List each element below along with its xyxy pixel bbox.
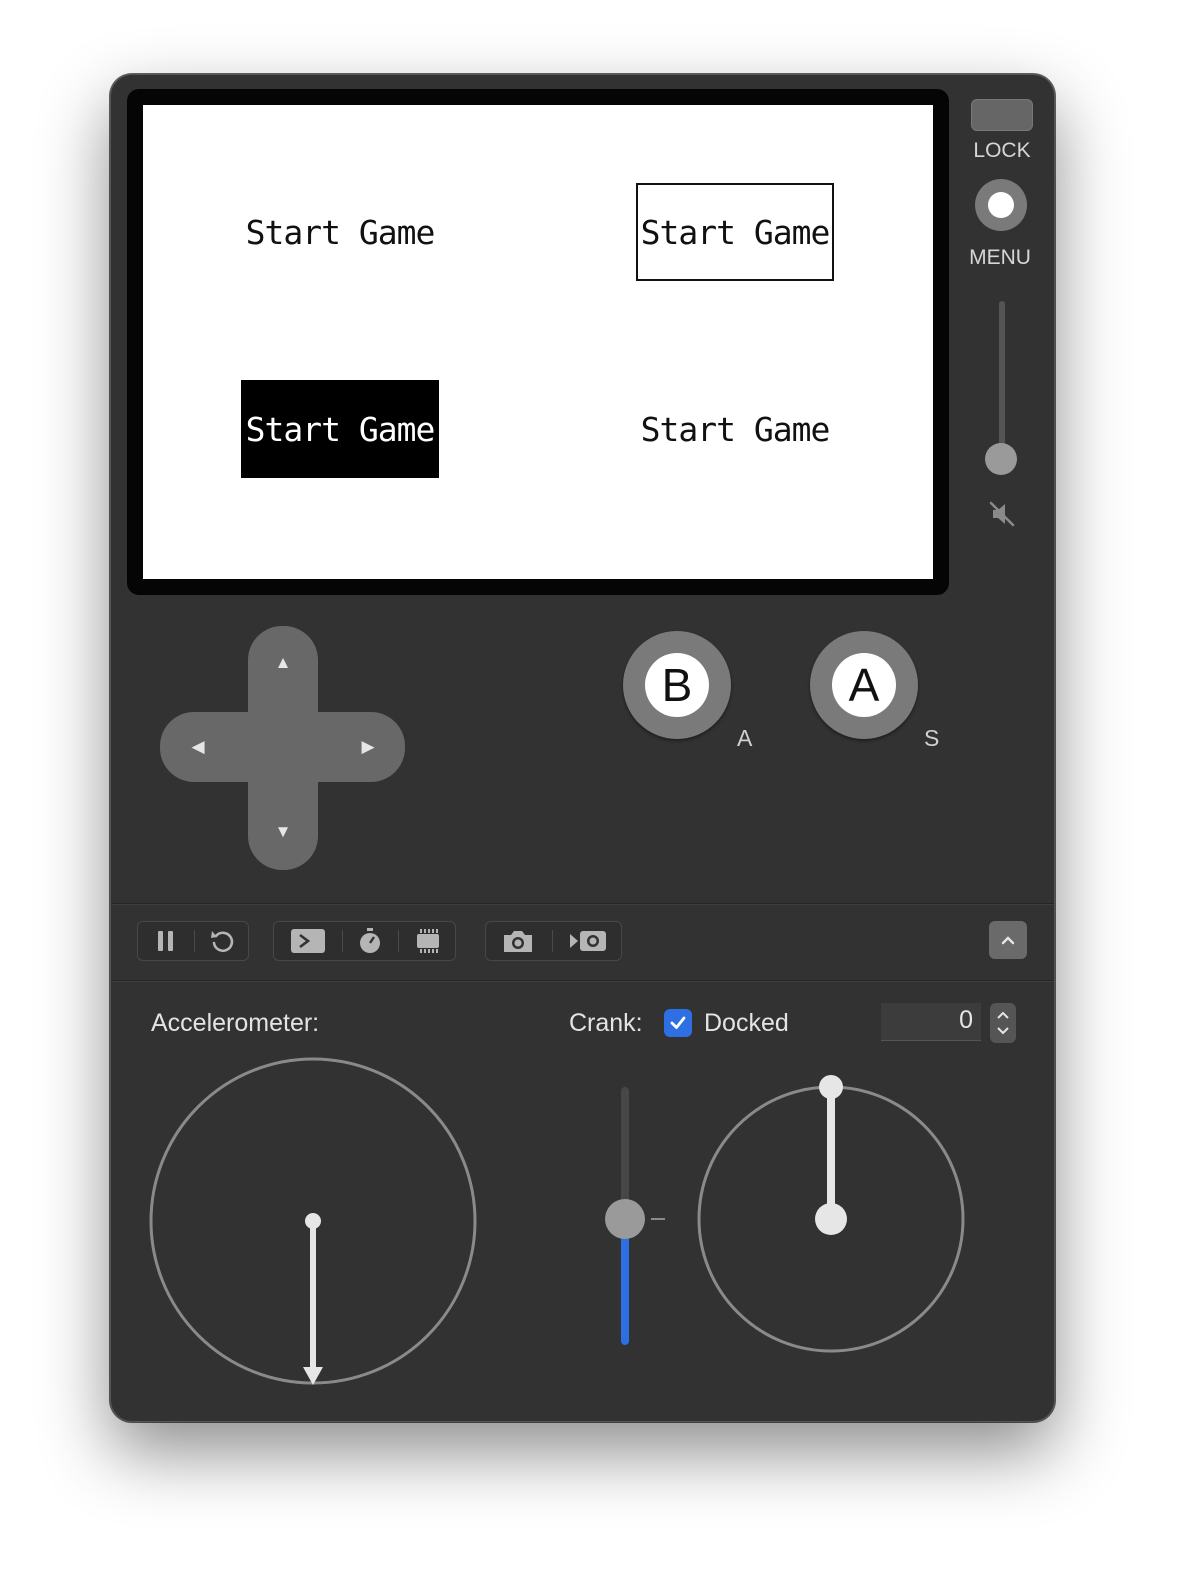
start-game-button-filled[interactable]: Start Game — [241, 380, 439, 478]
toolbar-top-divider — [111, 903, 1054, 905]
dpad-left-button[interactable]: ◀ — [183, 732, 213, 762]
dpad-right-button[interactable]: ▶ — [353, 732, 383, 762]
a-button[interactable]: A — [810, 631, 918, 739]
chip-icon[interactable] — [400, 922, 456, 960]
game-screen[interactable]: Start Game Start Game Start Game Start G… — [143, 105, 933, 579]
docked-label: Docked — [704, 1009, 789, 1037]
volume-slider-track[interactable] — [999, 301, 1005, 461]
menu-button[interactable] — [975, 179, 1027, 231]
accelerometer-dial[interactable] — [147, 1055, 479, 1389]
docked-checkbox[interactable] — [664, 1009, 692, 1037]
dpad-up-button[interactable]: ▲ — [268, 648, 298, 678]
restart-icon[interactable] — [194, 922, 250, 960]
lock-label: LOCK — [973, 139, 1031, 162]
crank-label: Crank: — [569, 1009, 643, 1037]
camera-icon[interactable] — [490, 922, 546, 960]
crank-angle-stepper[interactable] — [990, 1003, 1016, 1043]
console-icon[interactable] — [280, 922, 336, 960]
toolbar-bottom-divider — [111, 980, 1054, 982]
screen-bezel: Start Game Start Game Start Game Start G… — [127, 89, 949, 595]
crank-speed-slider[interactable] — [595, 1083, 675, 1351]
start-game-button-plain[interactable]: Start Game — [241, 183, 439, 281]
chevron-up-icon[interactable] — [989, 921, 1027, 959]
toolbar-separator — [552, 930, 553, 952]
debug-group — [273, 921, 456, 961]
stopwatch-icon[interactable] — [342, 922, 398, 960]
a-button-key-hint: S — [924, 725, 940, 751]
crank-angle-field[interactable]: 0 — [881, 1003, 981, 1041]
dpad-down-button[interactable]: ▼ — [268, 817, 298, 847]
menu-label: MENU — [969, 246, 1031, 269]
crank-dial[interactable] — [695, 1071, 967, 1357]
b-button-label: B — [645, 653, 709, 717]
menu-button-dot — [988, 192, 1014, 218]
capture-group — [485, 921, 622, 961]
toolbar-separator — [398, 930, 399, 952]
pause-icon[interactable] — [138, 922, 194, 960]
simulator-window: Start Game Start Game Start Game Start G… — [110, 74, 1055, 1422]
b-button[interactable]: B — [623, 631, 731, 739]
start-game-button-plain-2[interactable]: Start Game — [636, 380, 834, 478]
accelerometer-label: Accelerometer: — [151, 1009, 320, 1037]
playback-group — [137, 921, 249, 961]
record-video-icon[interactable] — [560, 922, 616, 960]
start-game-button-outlined[interactable]: Start Game — [636, 183, 834, 281]
b-button-key-hint: A — [737, 725, 753, 751]
volume-slider-knob[interactable] — [985, 443, 1017, 475]
speaker-muted-icon[interactable] — [987, 499, 1017, 529]
lock-button[interactable] — [971, 99, 1033, 131]
a-button-label: A — [832, 653, 896, 717]
